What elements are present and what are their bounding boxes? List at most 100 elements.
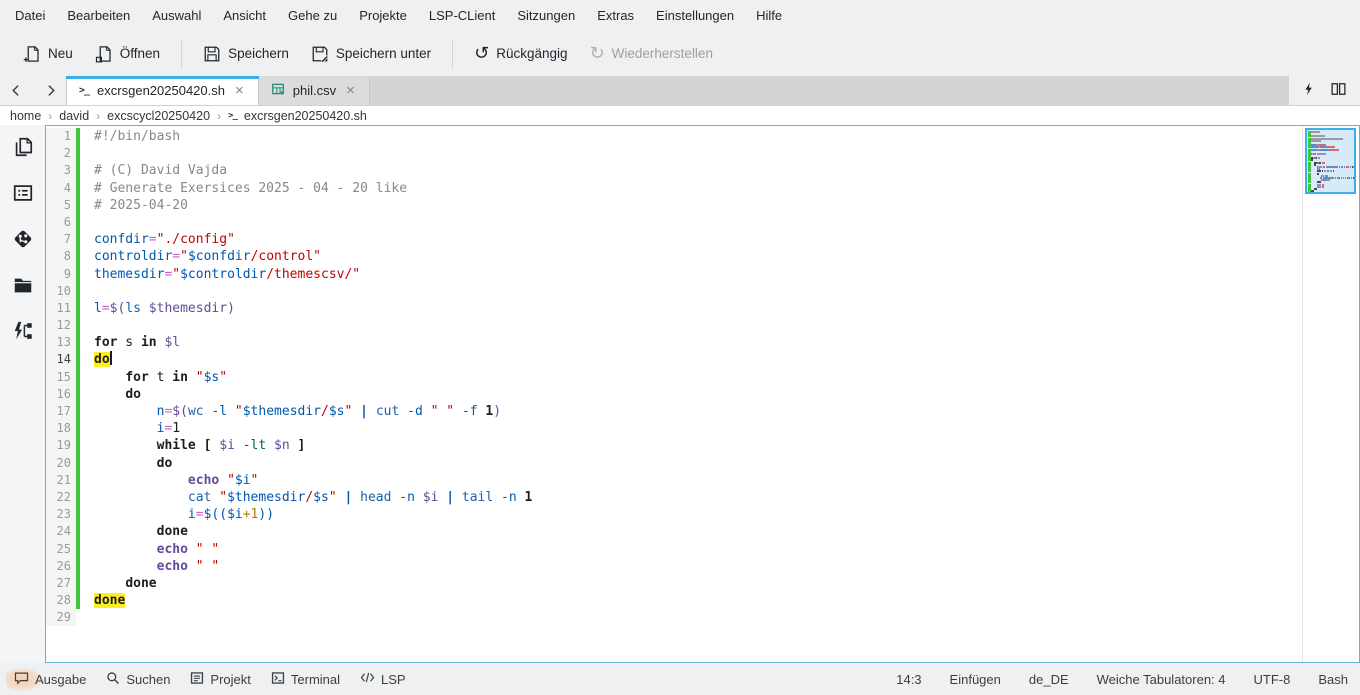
icon-border	[80, 197, 94, 214]
back-button[interactable]	[6, 81, 26, 101]
line-number: 9	[46, 266, 76, 283]
main-toolbar: Neu Öffnen Speichern Speichern unter ↺ R…	[0, 31, 1360, 76]
project-list-icon	[190, 671, 204, 688]
output-label: Ausgabe	[35, 672, 86, 687]
menu-sitzungen[interactable]: Sitzungen	[506, 4, 586, 27]
menu-lsp-client[interactable]: LSP-CLient	[418, 4, 506, 27]
icon-border	[80, 351, 94, 368]
git-panel-button[interactable]	[11, 227, 35, 251]
code-line: 7confdir="./config"	[46, 231, 1302, 248]
icon-border	[80, 248, 94, 265]
line-number: 27	[46, 575, 76, 592]
menu-hilfe[interactable]: Hilfe	[745, 4, 793, 27]
icon-border	[80, 403, 94, 420]
code-text: echo " "	[94, 558, 1302, 575]
code-line: 18 i=1	[46, 420, 1302, 437]
tab-close-icon[interactable]: ×	[233, 82, 246, 99]
line-number: 4	[46, 180, 76, 197]
documents-panel-button[interactable]	[11, 135, 35, 159]
menu-datei[interactable]: Datei	[4, 4, 56, 27]
tab-excrsgen-sh[interactable]: >_ excrsgen20250420.sh ×	[66, 76, 259, 105]
diagnostics-panel-button[interactable]	[11, 319, 35, 343]
menu-bearbeiten[interactable]: Bearbeiten	[56, 4, 141, 27]
code-text: done	[94, 592, 1302, 609]
save-as-button[interactable]: Speichern unter	[300, 39, 442, 69]
open-file-button[interactable]: Öffnen	[84, 39, 171, 69]
project-label: Projekt	[210, 672, 250, 687]
quick-open-lightning-icon[interactable]	[1303, 82, 1315, 99]
menu-auswahl[interactable]: Auswahl	[141, 4, 212, 27]
toolbar-separator	[452, 39, 453, 69]
tab-close-icon[interactable]: ×	[344, 82, 357, 99]
search-toggle-button[interactable]: Suchen	[98, 666, 178, 693]
menu-gehe-zu[interactable]: Gehe zu	[277, 4, 348, 27]
project-toggle-button[interactable]: Projekt	[182, 666, 258, 693]
icon-border	[80, 592, 94, 609]
search-icon	[106, 671, 120, 688]
undo-button[interactable]: ↺ Rückgängig	[463, 39, 578, 69]
breadcrumb-home[interactable]: home	[10, 109, 41, 123]
breadcrumb-user[interactable]: david	[59, 109, 89, 123]
new-file-button[interactable]: Neu	[12, 39, 84, 69]
dictionary[interactable]: de_DE	[1029, 672, 1069, 687]
icon-border	[80, 180, 94, 197]
minimap-visible-region[interactable]	[1305, 128, 1356, 194]
icon-border	[80, 231, 94, 248]
toolbar-separator	[181, 39, 182, 69]
line-number: 24	[46, 523, 76, 540]
tab-phil-csv[interactable]: phil.csv ×	[259, 76, 370, 105]
icon-border	[80, 558, 94, 575]
code-line: 29	[46, 609, 1302, 626]
encoding[interactable]: UTF-8	[1254, 672, 1291, 687]
code-line: 19 while [ $i -lt $n ]	[46, 437, 1302, 454]
terminal-toggle-button[interactable]: Terminal	[263, 666, 348, 693]
input-mode[interactable]: Einfügen	[950, 672, 1001, 687]
line-number: 22	[46, 489, 76, 506]
code-text: done	[94, 575, 1302, 592]
line-number: 23	[46, 506, 76, 523]
code-text: echo "$i"	[94, 472, 1302, 489]
icon-border	[80, 541, 94, 558]
code-text	[94, 283, 1302, 300]
code-line: 25 echo " "	[46, 541, 1302, 558]
output-toggle-button[interactable]: Ausgabe	[6, 666, 94, 693]
statusbar-toolviews: Ausgabe Suchen Projekt Terminal LSP	[6, 666, 414, 693]
split-view-icon[interactable]	[1331, 82, 1346, 99]
code-line: 12	[46, 317, 1302, 334]
line-number: 18	[46, 420, 76, 437]
syntax-mode[interactable]: Bash	[1318, 672, 1348, 687]
cursor-position[interactable]: 14:3	[896, 672, 921, 687]
code-line: 1#!/bin/bash	[46, 128, 1302, 145]
code-area[interactable]: 1#!/bin/bash23# (C) David Vajda4# Genera…	[46, 126, 1302, 662]
terminal-icon	[271, 671, 285, 688]
save-button[interactable]: Speichern	[192, 39, 300, 69]
shell-script-icon: >_	[228, 111, 237, 121]
code-line: 3# (C) David Vajda	[46, 162, 1302, 179]
code-text: i=1	[94, 420, 1302, 437]
icon-border	[80, 283, 94, 300]
line-number: 6	[46, 214, 76, 231]
menu-projekte[interactable]: Projekte	[348, 4, 418, 27]
line-number: 21	[46, 472, 76, 489]
tab-settings[interactable]: Weiche Tabulatoren: 4	[1097, 672, 1226, 687]
tab-history-nav	[0, 76, 66, 105]
forward-button[interactable]	[40, 81, 60, 101]
filesystem-panel-button[interactable]	[11, 273, 35, 297]
lsp-toggle-button[interactable]: LSP	[352, 666, 414, 692]
line-number: 17	[46, 403, 76, 420]
terminal-label: Terminal	[291, 672, 340, 687]
menu-extras[interactable]: Extras	[586, 4, 645, 27]
breadcrumb-file[interactable]: excrsgen20250420.sh	[244, 109, 367, 123]
line-number: 2	[46, 145, 76, 162]
scrollbar-minimap[interactable]	[1302, 126, 1359, 662]
code-line: 16 do	[46, 386, 1302, 403]
code-text: done	[94, 523, 1302, 540]
code-line: 17 n=$(wc -l "$themesdir/$s" | cut -d " …	[46, 403, 1302, 420]
outline-panel-button[interactable]	[11, 181, 35, 205]
breadcrumb-folder[interactable]: excscycl20250420	[107, 109, 210, 123]
menu-einstellungen[interactable]: Einstellungen	[645, 4, 745, 27]
code-line: 24 done	[46, 523, 1302, 540]
line-number: 10	[46, 283, 76, 300]
line-number: 12	[46, 317, 76, 334]
menu-ansicht[interactable]: Ansicht	[212, 4, 277, 27]
